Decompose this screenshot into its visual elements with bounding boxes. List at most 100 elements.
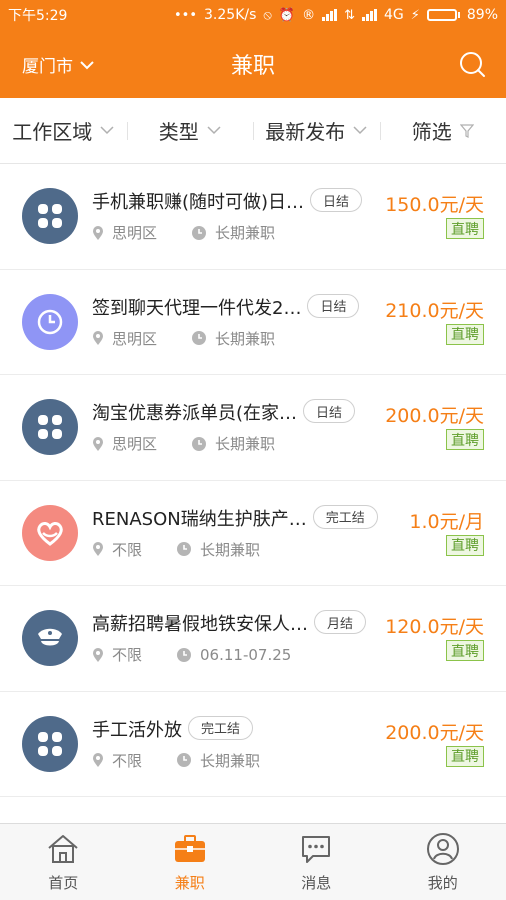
chevron-down-icon <box>207 126 221 135</box>
location-pin-icon <box>92 752 104 768</box>
settlement-tag: 日结 <box>310 188 363 212</box>
job-salary: 210.0元/天 <box>385 299 484 322</box>
location-pin-icon <box>92 647 104 663</box>
nav-label: 兼职 <box>174 874 205 892</box>
status-time: 下午5:29 <box>8 8 68 24</box>
direct-hire-badge: 直聘 <box>446 218 484 239</box>
more-dots-icon: ••• <box>174 7 198 23</box>
job-salary: 200.0元/天 <box>385 721 484 744</box>
job-duration: 长期兼职 <box>215 224 276 242</box>
filter-label: 筛选 <box>411 120 452 144</box>
job-salary: 1.0元/月 <box>409 510 484 533</box>
nav-messages[interactable]: 消息 <box>253 824 380 900</box>
job-salary: 150.0元/天 <box>385 194 484 216</box>
filter-type[interactable]: 类型 <box>126 98 254 163</box>
location-pin-icon <box>92 225 104 241</box>
job-salary: 200.0元/天 <box>385 405 484 427</box>
status-indicators: ••• 3.25K/s ⦸ ⏰ ® ⇅ 4G ⚡ 89% <box>174 7 498 23</box>
job-title: 手机兼职赚(随时可做)日… <box>92 192 305 213</box>
job-list-item[interactable]: 手机兼职赚(随时可做)日… 日结 150.0元/天 直聘 思明区 长期兼职 <box>0 164 506 270</box>
job-location: 思明区 <box>112 329 158 348</box>
chevron-down-icon <box>353 126 367 135</box>
location-pin-icon <box>92 436 104 452</box>
clock-icon <box>191 330 207 346</box>
grid-icon <box>37 731 63 757</box>
clock-icon <box>191 436 207 452</box>
nav-parttime[interactable]: 兼职 <box>127 824 254 900</box>
job-meta: 思明区 长期兼职 <box>92 328 275 349</box>
home-icon <box>48 835 78 863</box>
job-avatar <box>22 610 78 666</box>
nav-home[interactable]: 首页 <box>0 824 127 900</box>
job-list-item[interactable]: RENASON瑞纳生护肤产… 完工结 1.0元/月 直聘 不限 长期兼职 <box>0 480 506 586</box>
clock-icon <box>36 308 64 336</box>
search-button[interactable] <box>458 50 486 78</box>
filter-label: 最新发布 <box>265 120 346 144</box>
job-location: 思明区 <box>112 435 158 453</box>
alarm-icon: ⏰ <box>278 7 296 23</box>
clock-icon <box>191 225 207 241</box>
job-title: 淘宝优惠券派单员(在家… <box>92 403 298 424</box>
job-meta: 不限 06.11-07.25 <box>92 644 291 665</box>
job-avatar <box>22 715 78 772</box>
job-location: 不限 <box>112 540 143 559</box>
network-speed: 3.25K/s <box>204 7 257 23</box>
job-list-item[interactable]: 高薪招聘暑假地铁安保人… 月结 120.0元/天 直聘 不限 06.11-07.25 <box>0 586 506 692</box>
direct-hire-badge: 直聘 <box>446 534 484 556</box>
job-title: 签到聊天代理一件代发2… <box>92 297 302 319</box>
settlement-tag: 完工结 <box>188 715 254 740</box>
page-title: 兼职 <box>230 54 275 79</box>
direct-hire-badge: 直聘 <box>446 640 484 661</box>
settlement-tag: 月结 <box>314 610 367 634</box>
grid-icon <box>37 203 63 229</box>
filter-latest[interactable]: 最新发布 <box>253 98 380 163</box>
filter-label: 类型 <box>158 120 199 144</box>
clock-icon <box>176 541 192 557</box>
filter-work-area[interactable]: 工作区域 <box>0 98 127 163</box>
job-list-item-partial[interactable] <box>0 797 506 823</box>
job-list-item[interactable]: 签到聊天代理一件代发2… 日结 210.0元/天 直聘 思明区 长期兼职 <box>0 269 506 375</box>
nav-label: 我的 <box>427 874 458 892</box>
job-location: 不限 <box>112 751 143 770</box>
briefcase-icon <box>174 835 205 862</box>
nav-profile[interactable]: 我的 <box>380 824 506 900</box>
nav-label: 消息 <box>301 874 332 892</box>
job-list[interactable]: 手机兼职赚(随时可做)日… 日结 150.0元/天 直聘 思明区 长期兼职 签到聊天代理一件… <box>0 164 506 823</box>
job-duration: 06.11-07.25 <box>200 645 292 664</box>
job-title: 手工活外放 <box>92 719 182 741</box>
filter-bar: 工作区域 类型 最新发布 筛选 <box>0 98 506 164</box>
job-avatar <box>22 399 78 455</box>
police-cap-icon <box>35 625 65 651</box>
filter-label: 工作区域 <box>12 120 93 144</box>
location-pin-icon <box>92 541 104 557</box>
grid-icon <box>37 414 63 440</box>
direct-hire-badge: 直聘 <box>446 323 484 345</box>
job-list-item[interactable]: 淘宝优惠券派单员(在家… 日结 200.0元/天 直聘 思明区 长期兼职 <box>0 375 506 481</box>
job-list-item[interactable]: 手工活外放 完工结 200.0元/天 直聘 不限 长期兼职 <box>0 691 506 797</box>
settlement-tag: 日结 <box>303 399 356 423</box>
clock-icon <box>176 647 192 663</box>
chevron-down-icon <box>100 126 114 135</box>
direct-hire-badge: 直聘 <box>446 429 484 450</box>
search-icon <box>460 52 485 77</box>
status-bar: 下午5:29 ••• 3.25K/s ⦸ ⏰ ® ⇅ 4G ⚡ 89% <box>0 0 506 30</box>
job-salary: 120.0元/天 <box>385 616 484 638</box>
job-title: RENASON瑞纳生护肤产… <box>92 508 307 530</box>
job-duration: 长期兼职 <box>200 540 261 559</box>
vibrate-off-icon: ⦸ <box>263 7 272 23</box>
job-title: 高薪招聘暑假地铁安保人… <box>92 614 308 635</box>
job-meta: 思明区 长期兼职 <box>92 433 275 454</box>
filter-screen[interactable]: 筛选 <box>379 98 506 163</box>
funnel-icon <box>459 123 474 138</box>
clock-icon <box>176 752 192 768</box>
direct-hire-badge: 直聘 <box>446 745 484 767</box>
job-meta: 不限 长期兼职 <box>92 539 260 560</box>
job-duration: 长期兼职 <box>215 329 276 348</box>
battery-percent: 89% <box>466 7 498 23</box>
job-avatar <box>22 504 78 561</box>
job-duration: 长期兼职 <box>200 751 261 770</box>
user-icon <box>426 833 459 865</box>
signal-icon <box>322 9 338 21</box>
bottom-nav: 首页 兼职 消息 我的 <box>0 823 506 900</box>
network-type: 4G <box>383 7 404 23</box>
